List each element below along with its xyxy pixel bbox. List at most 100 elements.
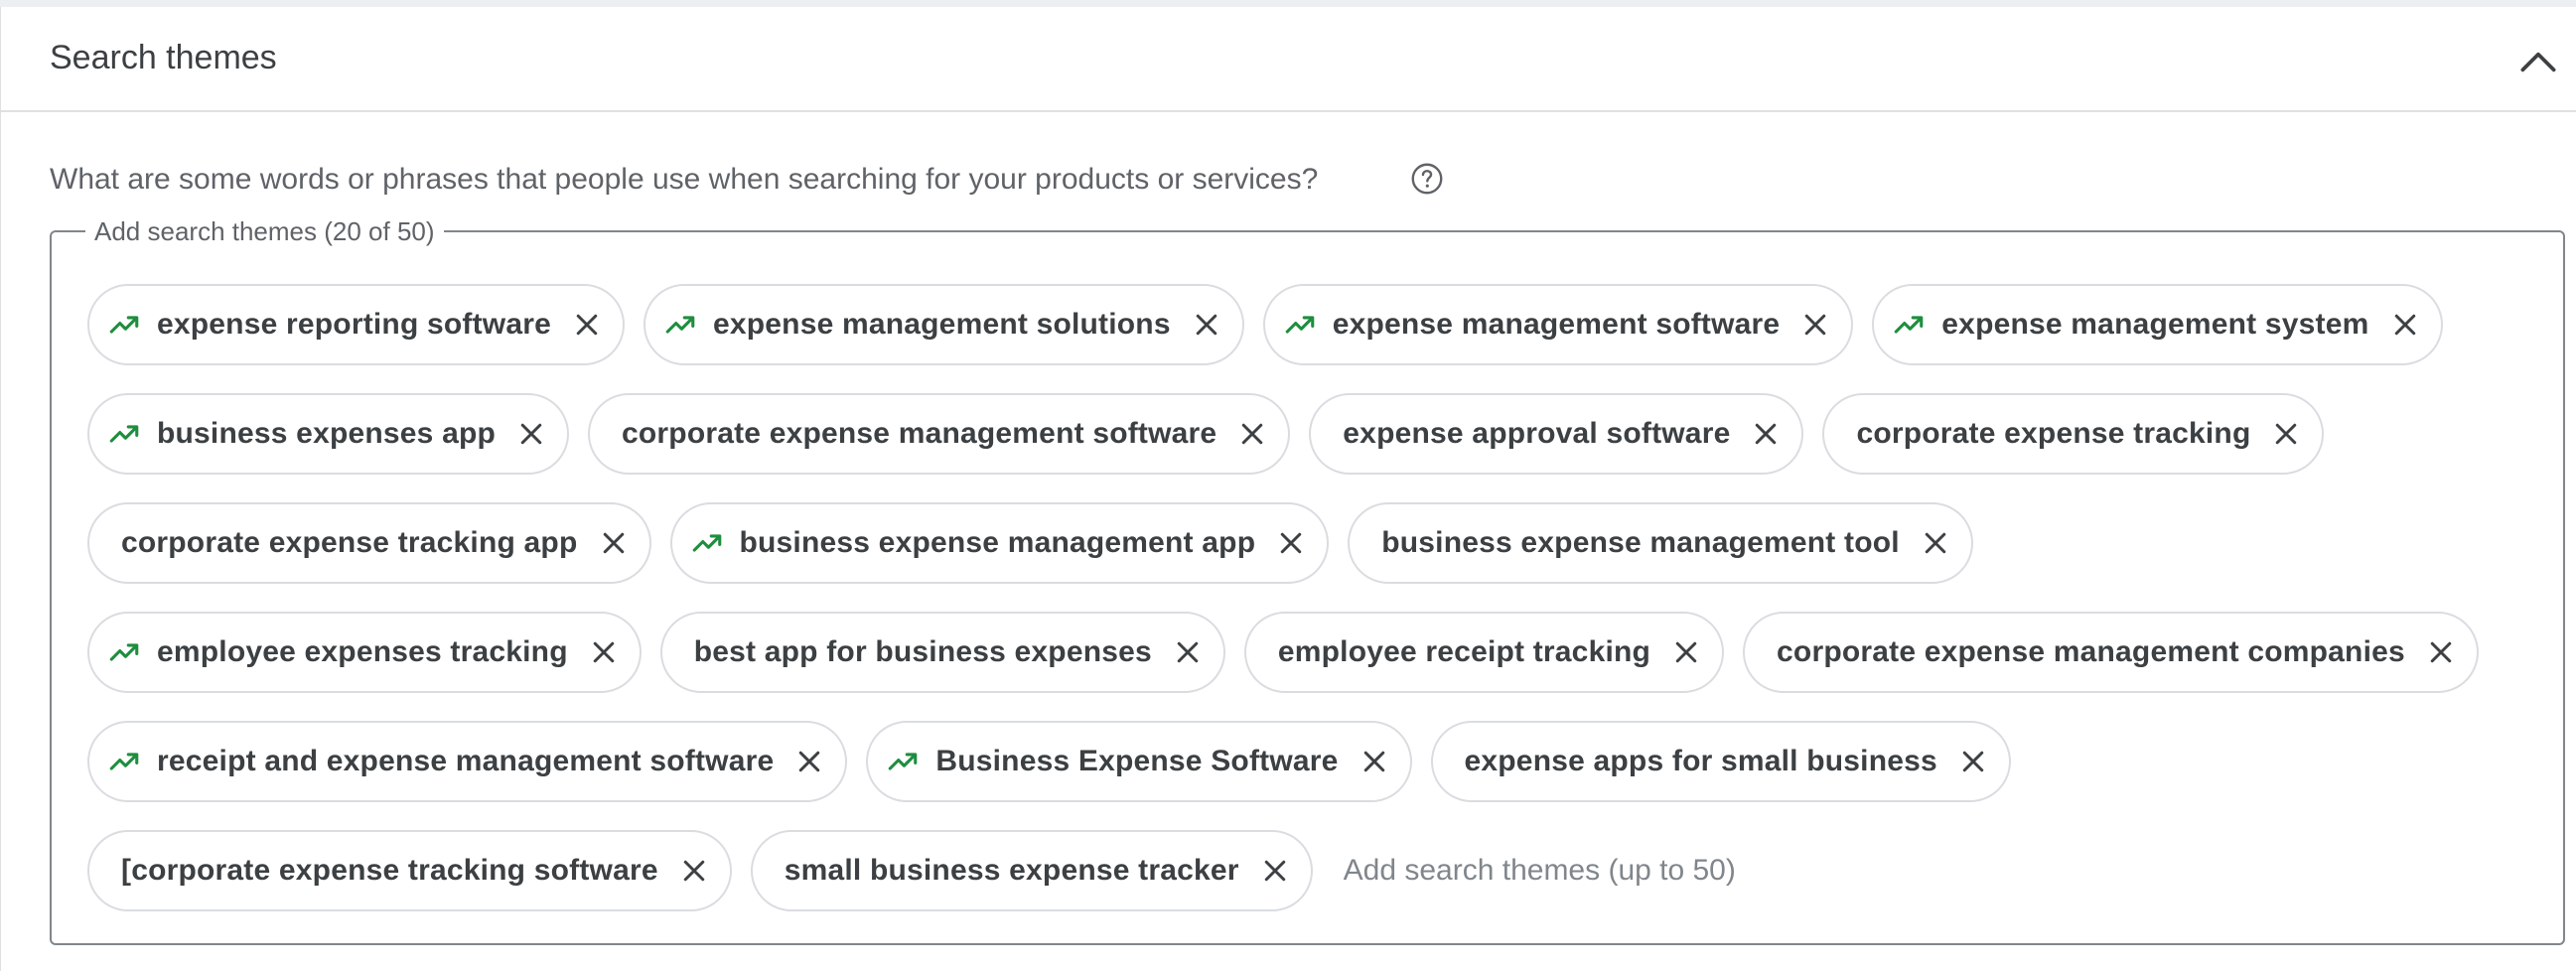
remove-search-theme-button[interactable] xyxy=(1185,303,1228,347)
search-theme-chip-label: expense approval software xyxy=(1343,417,1731,450)
remove-search-theme-button[interactable] xyxy=(509,412,553,456)
remove-search-theme-button[interactable] xyxy=(1664,630,1708,674)
search-theme-chips: expense reporting software expense manage… xyxy=(87,284,2520,911)
close-icon xyxy=(1675,641,1697,663)
close-icon xyxy=(603,532,624,554)
close-icon xyxy=(1962,751,1984,772)
add-search-theme-input[interactable] xyxy=(1331,830,1912,911)
search-theme-chip-label: business expense management app xyxy=(739,526,1256,559)
search-theme-chip[interactable]: Business Expense Software xyxy=(866,721,1412,802)
trending-up-icon xyxy=(109,643,139,661)
search-theme-chip[interactable]: expense reporting software xyxy=(87,284,625,365)
search-themes-header[interactable]: Search themes xyxy=(1,7,2576,112)
close-icon xyxy=(2276,423,2297,445)
remove-search-theme-button[interactable] xyxy=(1914,521,1957,565)
close-icon xyxy=(1177,641,1199,663)
search-themes-field[interactable]: Add search themes (20 of 50) expense rep… xyxy=(50,216,2565,945)
trending-up-icon xyxy=(1894,316,1924,334)
remove-search-theme-button[interactable] xyxy=(592,521,636,565)
remove-search-theme-button[interactable] xyxy=(1353,740,1396,783)
close-icon xyxy=(576,314,598,336)
close-icon xyxy=(683,860,704,882)
search-theme-chip[interactable]: best app for business expenses xyxy=(659,612,1225,693)
search-theme-chip[interactable]: employee receipt tracking xyxy=(1243,612,1725,693)
search-theme-chip-label: corporate expense tracking app xyxy=(121,526,578,559)
search-theme-chip-label: [corporate expense tracking software xyxy=(121,854,658,887)
search-theme-chip[interactable]: expense apps for small business xyxy=(1430,721,2011,802)
close-icon xyxy=(520,423,542,445)
close-icon xyxy=(1242,423,1263,445)
close-icon xyxy=(1363,751,1384,772)
search-theme-chip[interactable]: corporate expense tracking xyxy=(1822,393,2325,475)
search-themes-panel: Search themes What are some words or phr… xyxy=(0,7,2576,971)
close-icon xyxy=(1756,423,1777,445)
search-theme-chip[interactable]: expense approval software xyxy=(1309,393,1804,475)
search-theme-chip-label: expense management system xyxy=(1941,308,2369,341)
search-theme-chip[interactable]: expense management software xyxy=(1262,284,1854,365)
remove-search-theme-button[interactable] xyxy=(787,740,831,783)
section-title: Search themes xyxy=(50,39,277,76)
remove-search-theme-button[interactable] xyxy=(1166,630,1210,674)
remove-search-theme-button[interactable] xyxy=(1793,303,1837,347)
search-theme-chip-label: receipt and expense management software xyxy=(157,745,775,777)
close-icon xyxy=(1196,314,1216,336)
remove-search-theme-button[interactable] xyxy=(1253,849,1297,893)
remove-search-theme-button[interactable] xyxy=(2383,303,2427,347)
close-icon xyxy=(1805,314,1826,336)
close-icon xyxy=(1925,532,1946,554)
trending-up-icon xyxy=(889,753,918,770)
close-icon xyxy=(1280,532,1302,554)
search-theme-chip[interactable]: business expense management app xyxy=(669,502,1330,584)
search-theme-chip[interactable]: expense management solutions xyxy=(643,284,1244,365)
search-theme-chip-label: expense apps for small business xyxy=(1464,745,1937,777)
remove-search-theme-button[interactable] xyxy=(1269,521,1313,565)
remove-search-theme-button[interactable] xyxy=(672,849,716,893)
search-theme-chip[interactable]: business expense management tool xyxy=(1348,502,1973,584)
search-theme-chip[interactable]: business expenses app xyxy=(87,393,570,475)
remove-search-theme-button[interactable] xyxy=(1951,740,1995,783)
search-theme-chip-label: small business expense tracker xyxy=(784,854,1239,887)
search-theme-chip-label: business expenses app xyxy=(157,417,497,450)
search-theme-chip-label: expense management solutions xyxy=(712,308,1171,341)
trending-up-icon xyxy=(692,534,721,552)
search-theme-chip-label: employee expenses tracking xyxy=(157,635,568,668)
search-theme-chip[interactable]: receipt and expense management software xyxy=(87,721,848,802)
chevron-up-icon xyxy=(2520,52,2556,72)
search-theme-chip[interactable]: corporate expense management software xyxy=(588,393,1291,475)
search-theme-chip-label: corporate expense tracking xyxy=(1856,417,2251,450)
search-theme-chip[interactable]: corporate expense management companies xyxy=(1743,612,2479,693)
search-theme-chip-label: corporate expense management companies xyxy=(1777,635,2405,668)
search-theme-chip-label: Business Expense Software xyxy=(935,745,1339,777)
search-theme-chip-label: business expense management tool xyxy=(1381,526,1900,559)
search-theme-chip-label: expense reporting software xyxy=(157,308,551,341)
remove-search-theme-button[interactable] xyxy=(2419,630,2463,674)
search-theme-chip-label: best app for business expenses xyxy=(693,635,1152,668)
search-theme-chip[interactable]: employee expenses tracking xyxy=(87,612,642,693)
close-icon xyxy=(1264,860,1285,882)
remove-search-theme-button[interactable] xyxy=(582,630,626,674)
search-theme-chip[interactable]: small business expense tracker xyxy=(750,830,1313,911)
trending-up-icon xyxy=(665,316,695,334)
search-theme-chip-label: corporate expense management software xyxy=(622,417,1217,450)
help-button[interactable] xyxy=(1409,161,1445,197)
search-theme-chip[interactable]: expense management system xyxy=(1872,284,2443,365)
trending-up-icon xyxy=(109,425,139,443)
close-icon xyxy=(799,751,820,772)
close-icon xyxy=(593,641,614,663)
remove-search-theme-button[interactable] xyxy=(2264,412,2308,456)
search-theme-chip[interactable]: [corporate expense tracking software xyxy=(87,830,732,911)
trending-up-icon xyxy=(109,753,139,770)
close-icon xyxy=(2394,314,2415,336)
help-circle-icon xyxy=(1411,163,1443,195)
trending-up-icon xyxy=(1285,316,1315,334)
remove-search-theme-button[interactable] xyxy=(1230,412,1274,456)
search-theme-chip-label: employee receipt tracking xyxy=(1277,635,1651,668)
trending-up-icon xyxy=(109,316,139,334)
search-themes-question: What are some words or phrases that peop… xyxy=(50,163,1319,196)
remove-search-theme-button[interactable] xyxy=(565,303,609,347)
collapse-section-button[interactable] xyxy=(2513,37,2563,86)
search-theme-chip[interactable]: corporate expense tracking app xyxy=(87,502,651,584)
close-icon xyxy=(2430,641,2452,663)
top-divider-strip xyxy=(0,0,2576,7)
remove-search-theme-button[interactable] xyxy=(1744,412,1788,456)
